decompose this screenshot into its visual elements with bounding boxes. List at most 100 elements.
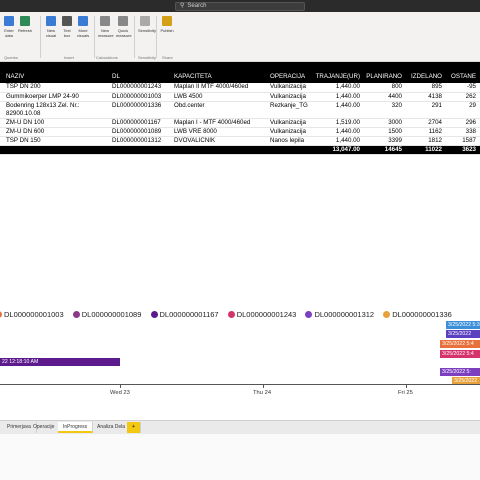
column-header[interactable]: IZDELANO [406, 69, 446, 83]
ribbon-button-label: Refresh [18, 28, 33, 33]
data-table: NAZIV DL KAPACITETA OPERACIJA TRAJANJE(U… [0, 69, 480, 155]
table-cell: 320 [364, 101, 406, 119]
table-cell: 2704 [406, 118, 446, 128]
legend-label: DL000000001167 [159, 310, 219, 319]
table-total-row: 13,047.00 14645 11022 3623 [0, 145, 480, 155]
table-cell: DL000000001336 [106, 101, 168, 119]
table-cell: ZM-U DN 600 [0, 127, 106, 137]
timeline-bar[interactable]: 3/25/2022 5:4 [440, 340, 480, 348]
table-cell: 1500 [364, 127, 406, 137]
timeline-bar[interactable]: 22 12:18:10 AM [0, 358, 120, 366]
table-cell: Vulkanizacija [264, 118, 310, 128]
table-row[interactable]: ZM-U DN 100 DL000000001167 Maplan I - MT… [0, 118, 480, 128]
table-cell: ZM-U DN 100 [0, 118, 106, 128]
column-header[interactable]: KAPACITETA [168, 69, 264, 83]
tab-operacije[interactable]: Operacije [28, 422, 61, 433]
timeline-bar[interactable]: 3/25/2022 5:3 [446, 321, 480, 329]
add-page-button[interactable]: + [127, 422, 141, 433]
axis-tick-label: Thu 24 [253, 390, 272, 396]
column-header[interactable]: PLANIRANO [364, 69, 406, 83]
publish-button[interactable]: Publish [160, 16, 174, 33]
more-visuals-icon [78, 16, 88, 26]
table-cell: 1587 [446, 136, 480, 146]
column-header[interactable]: OSTANE [446, 69, 480, 83]
table-row[interactable]: Gummikoerper LMP 24-90 DL000000001003 LW… [0, 92, 480, 102]
table-cell: 800 [364, 83, 406, 93]
ribbon-separator [94, 16, 95, 58]
ribbon-group-calculations: Calculations [96, 55, 118, 60]
text-box-button[interactable]: Text box [60, 16, 74, 38]
new-measure-button[interactable]: New measure [98, 16, 114, 38]
table-cell: 4138 [406, 92, 446, 102]
timeline-bar[interactable]: 3/25/2022 5:4 [440, 350, 480, 358]
table-row[interactable]: TSP DN 200 DL000000001243 Maplan II MTF … [0, 83, 480, 93]
table-cell [106, 145, 168, 155]
legend-label: DL000000001003 [4, 310, 64, 319]
legend-item[interactable]: DL000000001003 [0, 310, 64, 319]
table-cell: Maplan I - MTF 4000/460ed [168, 118, 264, 128]
ribbon-button-label: More visuals [76, 28, 90, 38]
legend-item[interactable]: DL000000001243 [227, 310, 297, 319]
table-row[interactable]: TSP DN 150 DL000000001312 DVOVALIČNIK Na… [0, 136, 480, 146]
legend-item[interactable]: DL000000001312 [305, 310, 374, 319]
quick-measure-button[interactable]: Quick measure [116, 16, 132, 38]
legend-dot [150, 311, 158, 318]
column-header[interactable]: NAZIV [0, 69, 106, 83]
table-row[interactable]: ZM-U DN 600 DL000000001089 LWB VRE 8000 … [0, 127, 480, 137]
table-cell: 895 [406, 83, 446, 93]
enter-data-button[interactable]: Enter data [2, 16, 16, 38]
ribbon-button-label: Publish [160, 28, 174, 33]
column-header[interactable]: OPERACIJA [264, 69, 310, 83]
legend-label: DL000000001243 [236, 310, 297, 319]
chart-icon [46, 16, 56, 26]
ribbon-button-label: New measure [98, 28, 114, 38]
table-cell [168, 145, 264, 155]
axis-tick [406, 384, 407, 388]
table-cell: 3000 [364, 118, 406, 128]
table-cell: Nanos lepila [264, 136, 310, 146]
timeline-legend: DL000000001003 DL000000001089 DL00000000… [0, 310, 459, 319]
timeline-bar[interactable]: 3/25/2022 [446, 330, 480, 338]
new-visual-button[interactable]: New visual [44, 16, 58, 38]
table-cell: Rezkanje_TG [264, 101, 310, 119]
timeline-bar[interactable]: 3/25/2022 5: [440, 368, 480, 376]
legend-item[interactable]: DL000000001167 [150, 310, 219, 319]
tab-analiza-dela[interactable]: Analiza Dela [92, 422, 132, 433]
table-cell: 1162 [406, 127, 446, 137]
table-cell: DL000000001167 [106, 118, 168, 128]
table-cell: DL000000001003 [106, 92, 168, 102]
more-visuals-button[interactable]: More visuals [76, 16, 90, 38]
report-header-bar [0, 62, 480, 69]
legend-label: DL000000001312 [314, 310, 375, 319]
table-cell: 262 [446, 92, 480, 102]
ribbon-separator [134, 16, 135, 58]
table-cell: 1,440.00 [310, 127, 364, 137]
legend-dot [227, 311, 235, 318]
table-cell [0, 145, 106, 155]
table-cell: DL000000001312 [106, 136, 168, 146]
legend-item[interactable]: DL000000001336 [383, 310, 452, 319]
ribbon-button-label: Enter data [4, 28, 14, 38]
status-area [0, 434, 480, 480]
ribbon-group-share: Share [162, 55, 173, 60]
table-cell: TSP DN 150 [0, 136, 106, 146]
search-input[interactable]: ⚲ Search [175, 2, 305, 11]
ribbon-group-insert: Insert [64, 55, 75, 60]
table-cell: -95 [446, 83, 480, 93]
legend-label: DL000000001089 [81, 310, 142, 319]
legend-dot [72, 311, 80, 318]
table-cell: 3399 [364, 136, 406, 146]
column-header[interactable]: DL [106, 69, 168, 83]
sensitivity-button[interactable]: Sensitivity [138, 16, 156, 33]
table-cell: 291 [406, 101, 446, 119]
refresh-button[interactable]: Refresh [18, 16, 32, 33]
table-cell: Gummikoerper LMP 24-90 [0, 92, 106, 102]
tab-inprogress[interactable]: InProgress [58, 422, 94, 433]
publish-icon [162, 16, 172, 26]
table-cell: 13,047.00 [310, 145, 364, 155]
column-header[interactable]: TRAJANJE(UR) [310, 69, 364, 83]
ribbon: Enter data Refresh Queries New visual Te… [0, 12, 480, 62]
table-row[interactable]: Bodenring 128x13 Zel. Nr.: 82900.10.08 D… [0, 101, 480, 119]
legend-item[interactable]: DL000000001089 [72, 310, 142, 319]
table-cell: 296 [446, 118, 480, 128]
